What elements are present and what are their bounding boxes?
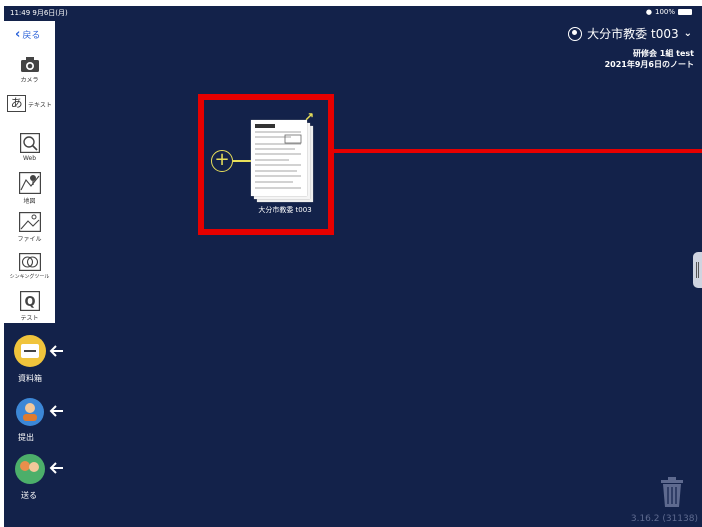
submit-button[interactable] [13,395,65,429]
trash-icon [661,477,683,507]
material-box-icon [14,335,63,367]
drawer-handle[interactable] [693,252,702,288]
document-preview [251,120,307,196]
link-connector [233,160,251,162]
map-icon [18,172,41,194]
tool-label: シンキングツール [9,274,50,280]
tool-label: テキスト [28,102,52,109]
card-label: 大分市教委 t003 [258,206,312,214]
card-thumbnail[interactable] [251,120,313,202]
battery-percent: 100% [654,8,675,16]
status-time: 11:49 9月6日(月) [10,9,68,17]
expand-arrow-icon[interactable]: ↗ [304,110,314,124]
tool-palette: ‹ 戻る カメラ あ テキスト Web 地図 ファイル シンキングツール Q テ… [4,21,55,323]
material-box-label: 資料箱 [18,374,42,383]
class-name: 研修会 1組 test [633,49,694,58]
tool-text[interactable]: あ テキスト [4,95,55,114]
thinking-tool-icon [18,253,41,271]
tool-map[interactable]: 地図 [4,172,55,205]
chevron-left-icon: ‹ [15,27,21,42]
wifi-icon: ● [645,8,652,16]
status-bar: 11:49 9月6日(月) ● 100% [4,6,702,18]
highlight-line [334,149,702,153]
send-icon [15,454,63,484]
camera-icon [20,57,39,72]
send-label: 送る [21,491,37,500]
web-search-icon [19,133,40,153]
user-name: 大分市教委 t003 [587,27,679,41]
tool-test[interactable]: Q テスト [4,291,55,322]
send-button[interactable] [13,452,65,486]
tool-label: ファイル [17,236,42,243]
app-screen: 11:49 9月6日(月) ● 100% 大分市教委 t003 ⌄ 研修会 1組… [4,6,702,527]
add-link-icon[interactable]: + [211,150,233,172]
version-text: 3.16.2 (31138) [630,514,698,524]
submit-label: 提出 [18,433,34,442]
tool-file[interactable]: ファイル [4,212,55,243]
note-title: 2021年9月6日のノート [604,60,694,69]
tool-thinking[interactable]: シンキングツール [4,253,55,280]
material-box-button[interactable] [13,334,65,368]
battery-icon [678,9,692,15]
svg-text:Q: Q [24,295,35,310]
chevron-down-icon: ⌄ [683,28,692,39]
tool-web[interactable]: Web [4,133,55,162]
file-icon [18,212,41,232]
user-menu[interactable]: 大分市教委 t003 ⌄ [568,25,692,42]
submit-icon [16,398,63,426]
test-icon: Q [19,291,40,311]
tool-camera[interactable]: カメラ [4,56,55,84]
text-icon: あ [7,95,27,112]
back-button[interactable]: ‹ 戻る [15,28,40,41]
tool-label: カメラ [20,77,39,84]
status-indicators: ● 100% [646,8,692,16]
tool-label: Web [22,155,37,162]
tool-label: 地図 [23,198,36,205]
user-icon [568,26,583,41]
tool-label: テスト [20,315,39,322]
trash-button[interactable] [660,476,684,512]
back-label: 戻る [22,31,41,41]
